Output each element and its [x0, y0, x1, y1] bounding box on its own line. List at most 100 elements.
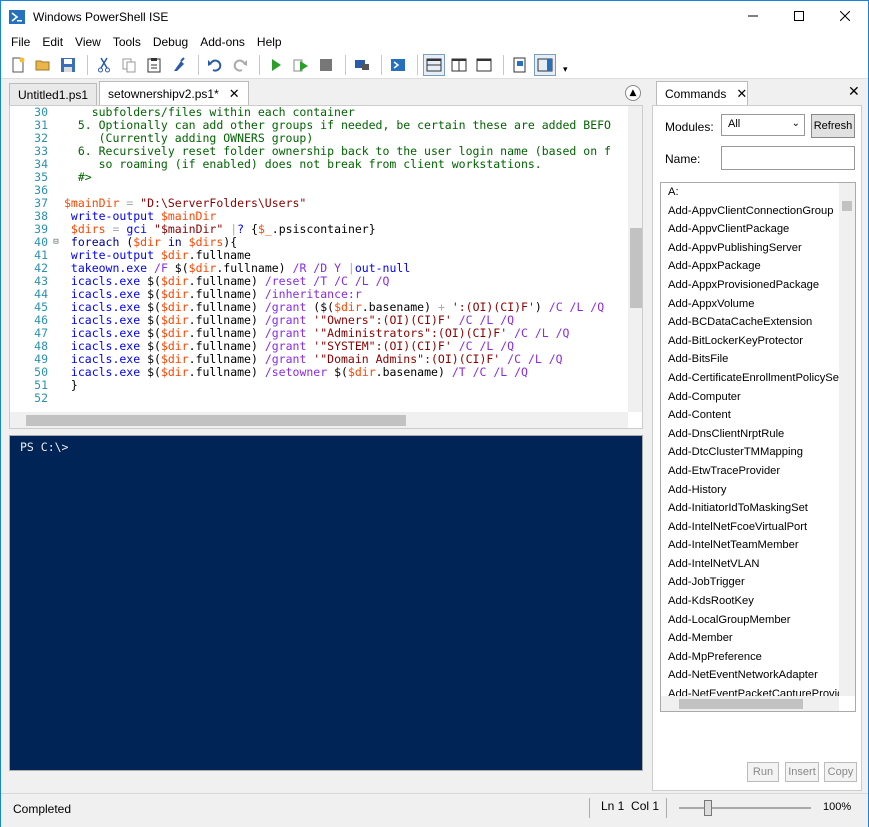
- zoom-slider-thumb[interactable]: [704, 800, 712, 816]
- chevron-down-icon: ⌄: [791, 118, 800, 129]
- insert-command-button[interactable]: Insert: [785, 762, 819, 782]
- code-token: takeown.exe: [64, 261, 155, 275]
- fold-toggle-icon[interactable]: ⊟: [48, 236, 64, 249]
- show-script-pane-max-button[interactable]: [473, 54, 495, 76]
- run-selection-button[interactable]: [290, 54, 312, 76]
- remote-powershell-button[interactable]: [351, 54, 373, 76]
- list-item[interactable]: Add-Member: [661, 629, 839, 648]
- tab-untitled1[interactable]: Untitled1.ps1: [9, 83, 98, 105]
- list-item[interactable]: Add-LocalGroupMember: [661, 611, 839, 630]
- code-line[interactable]: 51 }: [10, 379, 628, 392]
- code-line[interactable]: 52: [10, 392, 628, 405]
- editor-horizontal-scrollbar[interactable]: [10, 412, 628, 428]
- run-command-button[interactable]: Run: [747, 762, 779, 782]
- list-item[interactable]: Add-JobTrigger: [661, 573, 839, 592]
- editor-vertical-scrollbar[interactable]: [628, 106, 642, 412]
- scrollbar-thumb[interactable]: [630, 228, 642, 308]
- console-pane[interactable]: PS C:\>: [9, 435, 643, 771]
- zoom-slider-track[interactable]: [679, 807, 811, 809]
- code-area[interactable]: 30 subfolders/files within each containe…: [10, 106, 628, 412]
- cut-button[interactable]: [93, 54, 115, 76]
- list-item[interactable]: Add-MpPreference: [661, 648, 839, 667]
- show-script-pane-top-button[interactable]: [423, 53, 445, 76]
- list-vertical-scrollbar[interactable]: [839, 183, 855, 696]
- menu-view[interactable]: View: [69, 35, 107, 49]
- show-commands-addon-button[interactable]: [534, 53, 556, 76]
- toolbar-overflow-icon[interactable]: ▾: [563, 65, 568, 75]
- tab-commands[interactable]: Commands ✕: [656, 81, 748, 105]
- menu-addons[interactable]: Add-ons: [194, 35, 251, 49]
- list-item[interactable]: Add-BitsFile: [661, 350, 839, 369]
- list-item[interactable]: Add-CertificateEnrollmentPolicyServer: [661, 369, 839, 388]
- commands-list[interactable]: A: Add-AppvClientConnectionGroup Add-AppvC…: [660, 182, 856, 712]
- list-item[interactable]: Add-AppxProvisionedPackage: [661, 276, 839, 295]
- maximize-button[interactable]: [776, 1, 822, 31]
- code-token: icacls.exe: [64, 274, 148, 288]
- tab-setownershipv2[interactable]: setownershipv2.ps1* ✕: [99, 81, 249, 105]
- close-tab-icon[interactable]: ✕: [229, 86, 240, 102]
- scroll-to-top-button[interactable]: ▲: [625, 85, 641, 101]
- open-button[interactable]: [32, 54, 54, 76]
- scrollbar-thumb[interactable]: [26, 415, 406, 426]
- list-item[interactable]: Add-History: [661, 481, 839, 500]
- script-editor[interactable]: 30 subfolders/files within each containe…: [9, 105, 643, 429]
- list-item[interactable]: Add-InitiatorIdToMaskingSet: [661, 499, 839, 518]
- list-item[interactable]: Add-NetEventPacketCaptureProvider: [661, 685, 839, 696]
- menu-file[interactable]: File: [5, 35, 36, 49]
- list-item[interactable]: Add-BCDataCacheExtension: [661, 313, 839, 332]
- code-line[interactable]: 35 #>: [10, 171, 628, 184]
- list-item[interactable]: Add-IntelNetFcoeVirtualPort: [661, 518, 839, 537]
- list-item[interactable]: Add-AppvClientConnectionGroup: [661, 202, 839, 221]
- redo-button[interactable]: [229, 54, 251, 76]
- new-button[interactable]: [7, 54, 29, 76]
- commands-body: Modules: All ⌄ Refresh Name: A: Add-AppvC…: [652, 105, 862, 791]
- code-token: |: [347, 261, 355, 275]
- scrollbar-thumb[interactable]: [679, 699, 803, 709]
- close-window-button[interactable]: [822, 1, 868, 31]
- list-item[interactable]: A:: [661, 183, 839, 202]
- refresh-button[interactable]: Refresh: [811, 114, 855, 138]
- undo-button[interactable]: [204, 54, 226, 76]
- code-token: .fullname): [216, 261, 293, 275]
- list-item[interactable]: Add-IntelNetTeamMember: [661, 536, 839, 555]
- clear-console-button[interactable]: [168, 54, 190, 76]
- list-item[interactable]: Add-KdsRootKey: [661, 592, 839, 611]
- close-panel-icon[interactable]: ✕: [848, 84, 860, 100]
- scrollbar-thumb[interactable]: [842, 201, 852, 211]
- list-item[interactable]: Add-BitLockerKeyProtector: [661, 332, 839, 351]
- paste-button[interactable]: [143, 54, 165, 76]
- code-token: ){: [223, 235, 238, 249]
- menu-edit[interactable]: Edit: [36, 35, 69, 49]
- menu-debug[interactable]: Debug: [147, 35, 194, 49]
- list-item[interactable]: Add-IntelNetVLAN: [661, 555, 839, 574]
- list-item[interactable]: Add-DnsClientNrptRule: [661, 425, 839, 444]
- modules-select[interactable]: All ⌄: [721, 114, 805, 136]
- code-line[interactable]: 34 so roaming (if enabled) does not brea…: [10, 158, 628, 171]
- name-filter-input[interactable]: [721, 146, 855, 170]
- list-item[interactable]: Add-EtwTraceProvider: [661, 462, 839, 481]
- list-item[interactable]: Add-Computer: [661, 388, 839, 407]
- list-item[interactable]: Add-AppxVolume: [661, 295, 839, 314]
- start-powershell-button[interactable]: [387, 54, 409, 76]
- show-command-window-button[interactable]: [509, 54, 531, 76]
- minimize-button[interactable]: [730, 1, 776, 31]
- copy-button[interactable]: [118, 54, 140, 76]
- list-item[interactable]: Add-Content: [661, 406, 839, 425]
- list-item[interactable]: Add-NetEventNetworkAdapter: [661, 666, 839, 685]
- run-script-button[interactable]: [265, 54, 287, 76]
- code-token: $(: [147, 287, 161, 301]
- list-item[interactable]: Add-AppvClientPackage: [661, 220, 839, 239]
- list-item[interactable]: Add-AppxPackage: [661, 257, 839, 276]
- save-button[interactable]: [57, 54, 79, 76]
- list-horizontal-scrollbar[interactable]: [661, 696, 839, 711]
- show-script-pane-right-button[interactable]: [448, 54, 470, 76]
- list-item[interactable]: Add-DtcClusterTMMapping: [661, 443, 839, 462]
- code-token: ':(OI)(CI)F': [451, 300, 535, 314]
- close-tab-icon[interactable]: ✕: [736, 86, 747, 102]
- stop-button[interactable]: [315, 54, 337, 76]
- list-item[interactable]: Add-AppvPublishingServer: [661, 239, 839, 258]
- menu-help[interactable]: Help: [251, 35, 288, 49]
- copy-command-button[interactable]: Copy: [824, 762, 857, 782]
- code-line[interactable]: 50 icacls.exe $($dir.fullname) /setowner…: [10, 366, 628, 379]
- menu-tools[interactable]: Tools: [107, 35, 147, 49]
